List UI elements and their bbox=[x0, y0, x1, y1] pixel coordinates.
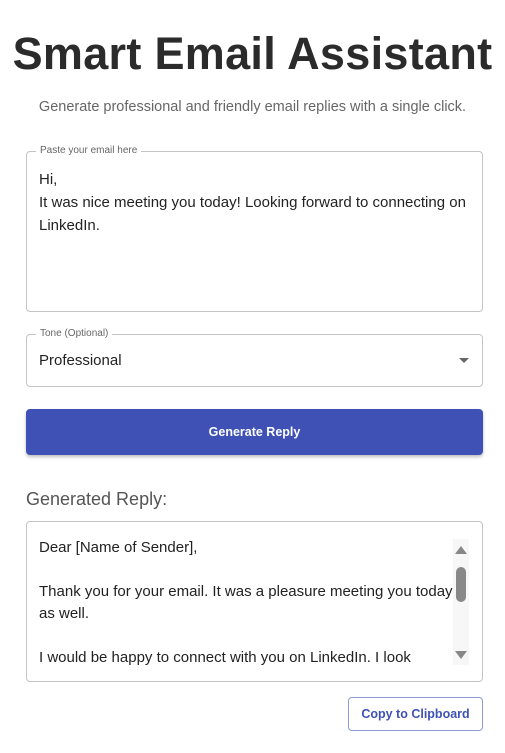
chevron-down-icon[interactable] bbox=[459, 358, 469, 363]
scroll-up-icon[interactable] bbox=[455, 546, 467, 554]
generated-reply-text[interactable]: Dear [Name of Sender], Thank you for you… bbox=[39, 537, 454, 669]
page-subtitle: Generate professional and friendly email… bbox=[38, 99, 467, 115]
email-input-value[interactable]: Hi, It was nice meeting you today! Looki… bbox=[27, 152, 482, 253]
tone-select-label: Tone (Optional) bbox=[36, 328, 113, 340]
copy-to-clipboard-button[interactable]: Copy to Clipboard bbox=[348, 697, 483, 731]
tone-select-value: Professional bbox=[39, 352, 122, 369]
generate-reply-button[interactable]: Generate Reply bbox=[26, 409, 483, 455]
generated-reply-heading: Generated Reply: bbox=[26, 489, 168, 509]
tone-select[interactable]: Tone (Optional) Professional bbox=[26, 328, 483, 387]
email-input[interactable]: Paste your email here Hi, It was nice me… bbox=[26, 145, 483, 312]
scrollbar-thumb[interactable] bbox=[456, 567, 466, 602]
page-title: Smart Email Assistant bbox=[12, 28, 493, 79]
generated-reply-output[interactable]: Dear [Name of Sender], Thank you for you… bbox=[26, 521, 483, 682]
scroll-down-icon[interactable] bbox=[455, 651, 467, 659]
scrollbar[interactable] bbox=[453, 539, 469, 665]
email-input-label: Paste your email here bbox=[36, 145, 142, 157]
